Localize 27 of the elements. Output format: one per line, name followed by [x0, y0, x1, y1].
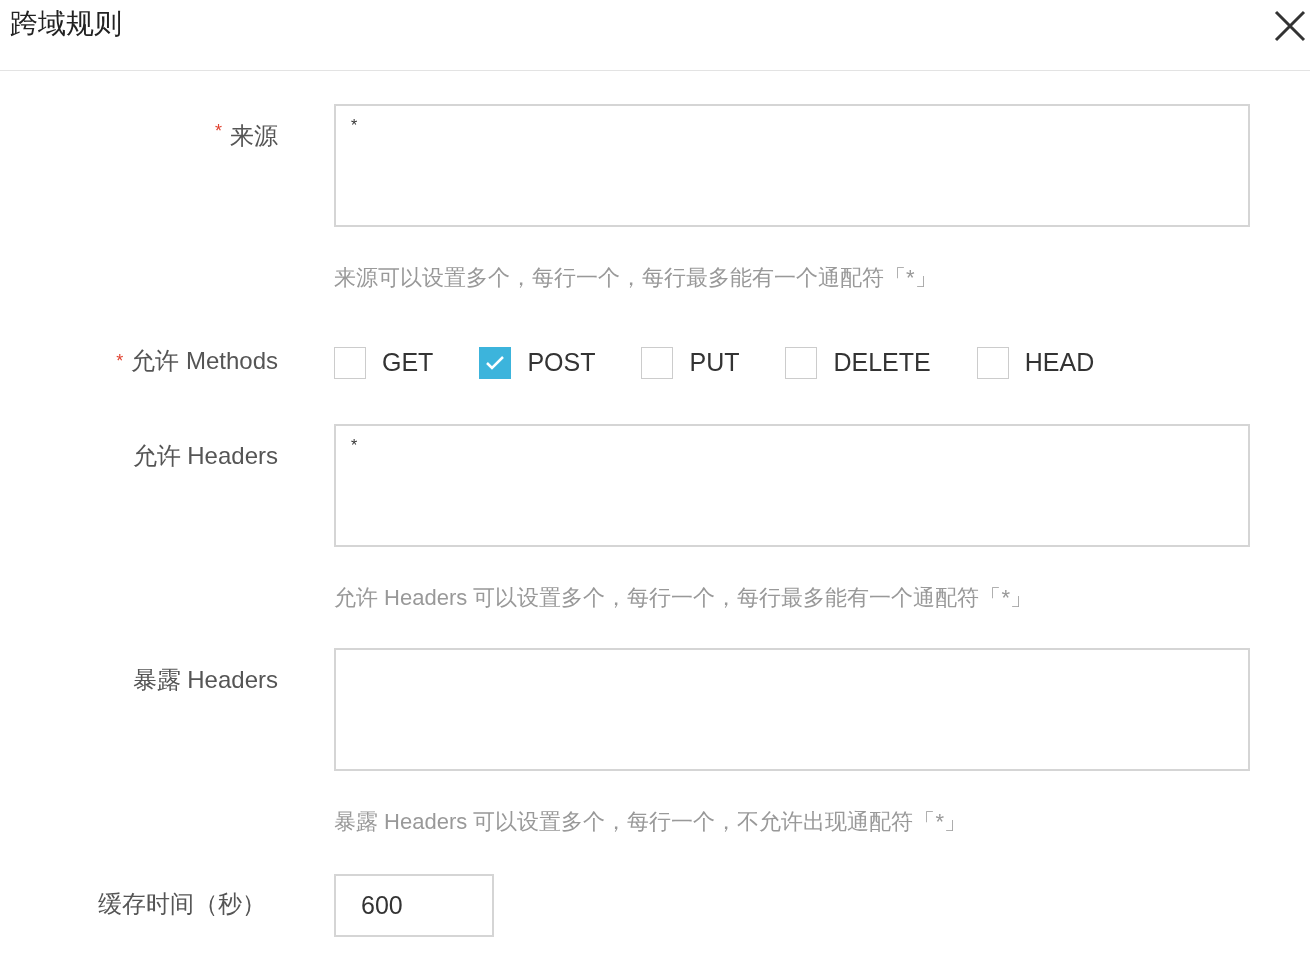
checkbox-label[interactable]: DELETE [833, 344, 931, 382]
close-icon[interactable] [1274, 10, 1306, 42]
help-text: 暴露 Headers 可以设置多个，每行一个，不允许出现通配符「*」 [334, 807, 967, 836]
field-label: 允许 Headers [132, 441, 278, 469]
checkbox[interactable] [641, 346, 674, 379]
checkbox-label[interactable]: GET [382, 344, 434, 382]
field-label: 暴露 Headers [132, 665, 278, 693]
help-text: 来源可以设置多个，每行一个，每行最多能有一个通配符「*」 [334, 264, 938, 292]
help-text: 允许 Headers 可以设置多个，每行一个，每行最多能有一个通配符「*」 [334, 583, 1033, 612]
text-area[interactable] [334, 647, 1250, 771]
text-area[interactable]: * [334, 423, 1250, 547]
checkbox-label[interactable]: POST [527, 344, 596, 382]
dialog-title: 跨域规则 [10, 7, 122, 41]
field-label: 缓存时间（秒） [98, 889, 266, 917]
checkbox[interactable] [479, 346, 512, 379]
checkbox[interactable] [785, 346, 818, 379]
checkbox[interactable] [334, 346, 366, 379]
text-area[interactable]: * [334, 104, 1250, 227]
checkbox-label[interactable]: PUT [689, 344, 740, 382]
required-mark: * [116, 351, 124, 371]
field-label: 来源 [230, 122, 278, 149]
checkbox[interactable] [976, 346, 1009, 379]
checkbox-label[interactable]: HEAD [1024, 344, 1095, 382]
number-field[interactable]: 600 [334, 873, 494, 937]
check-icon [485, 354, 506, 371]
field-label: 允许 Methods [131, 347, 278, 374]
required-mark: * [215, 121, 222, 141]
